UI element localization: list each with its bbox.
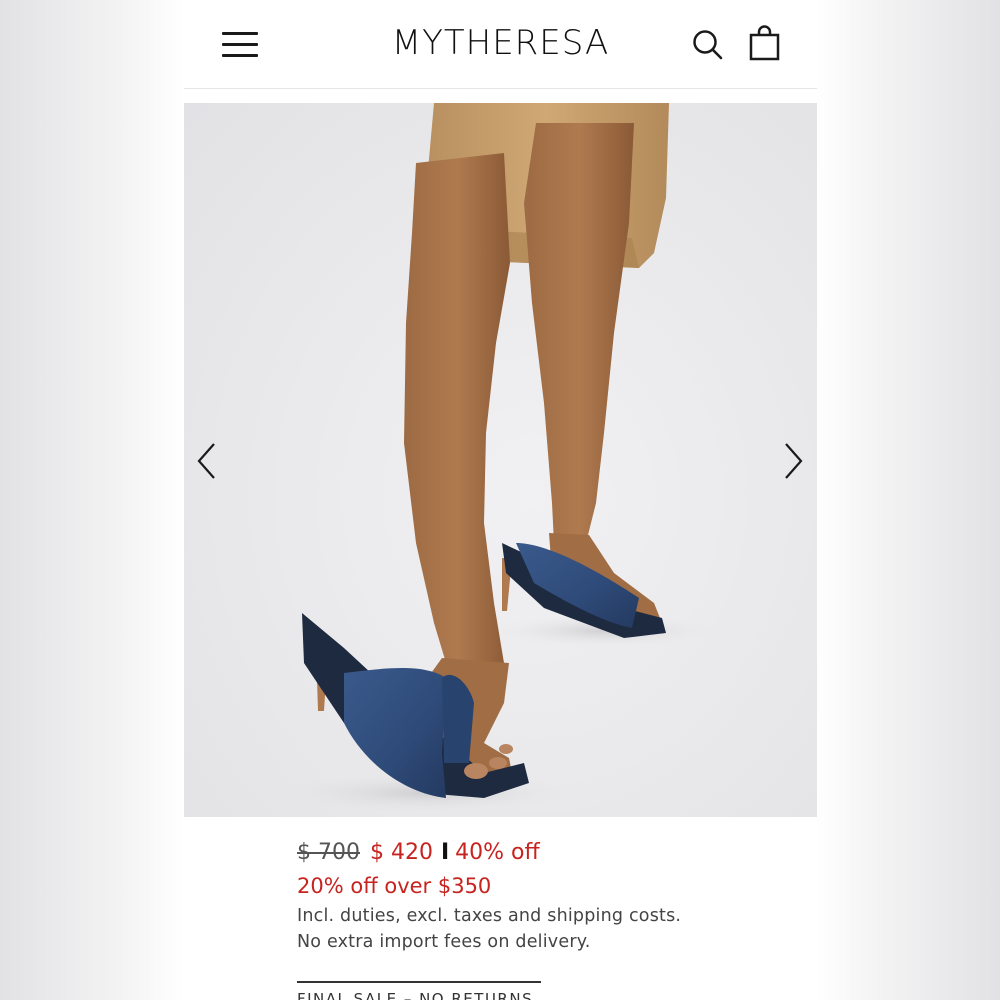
- sale-price: $ 420: [369, 840, 433, 865]
- shopping-bag-icon[interactable]: [748, 24, 782, 62]
- discount-label: 40% off: [455, 840, 540, 865]
- duties-note: Incl. duties, excl. taxes and shipping c…: [297, 906, 682, 926]
- chevron-right-icon: [785, 443, 803, 479]
- brand-logo[interactable]: MYTHERESA: [334, 22, 667, 64]
- final-sale-label: FINAL SALE – NO RETURNS: [297, 990, 534, 1000]
- phone-screen: MYTHERESA $ 700 $ 420 I 40% off 20% off …: [184, 0, 817, 1000]
- previous-image-arrow[interactable]: [194, 441, 220, 481]
- header-divider: [184, 88, 817, 89]
- hamburger-menu-icon[interactable]: [222, 30, 258, 58]
- promo-text: 20% off over $350: [297, 874, 492, 898]
- search-icon[interactable]: [692, 26, 724, 62]
- original-price: $ 700: [297, 840, 360, 865]
- section-divider: [297, 981, 541, 983]
- top-navigation-bar: MYTHERESA: [184, 0, 817, 88]
- next-image-arrow[interactable]: [780, 441, 806, 481]
- chevron-left-icon: [197, 443, 215, 479]
- import-fees-note: No extra import fees on delivery.: [297, 932, 591, 952]
- price-line: $ 700 $ 420 I 40% off: [297, 836, 540, 870]
- product-photo-illustration: [274, 103, 714, 813]
- product-image[interactable]: [184, 103, 817, 817]
- price-separator: I: [440, 840, 450, 865]
